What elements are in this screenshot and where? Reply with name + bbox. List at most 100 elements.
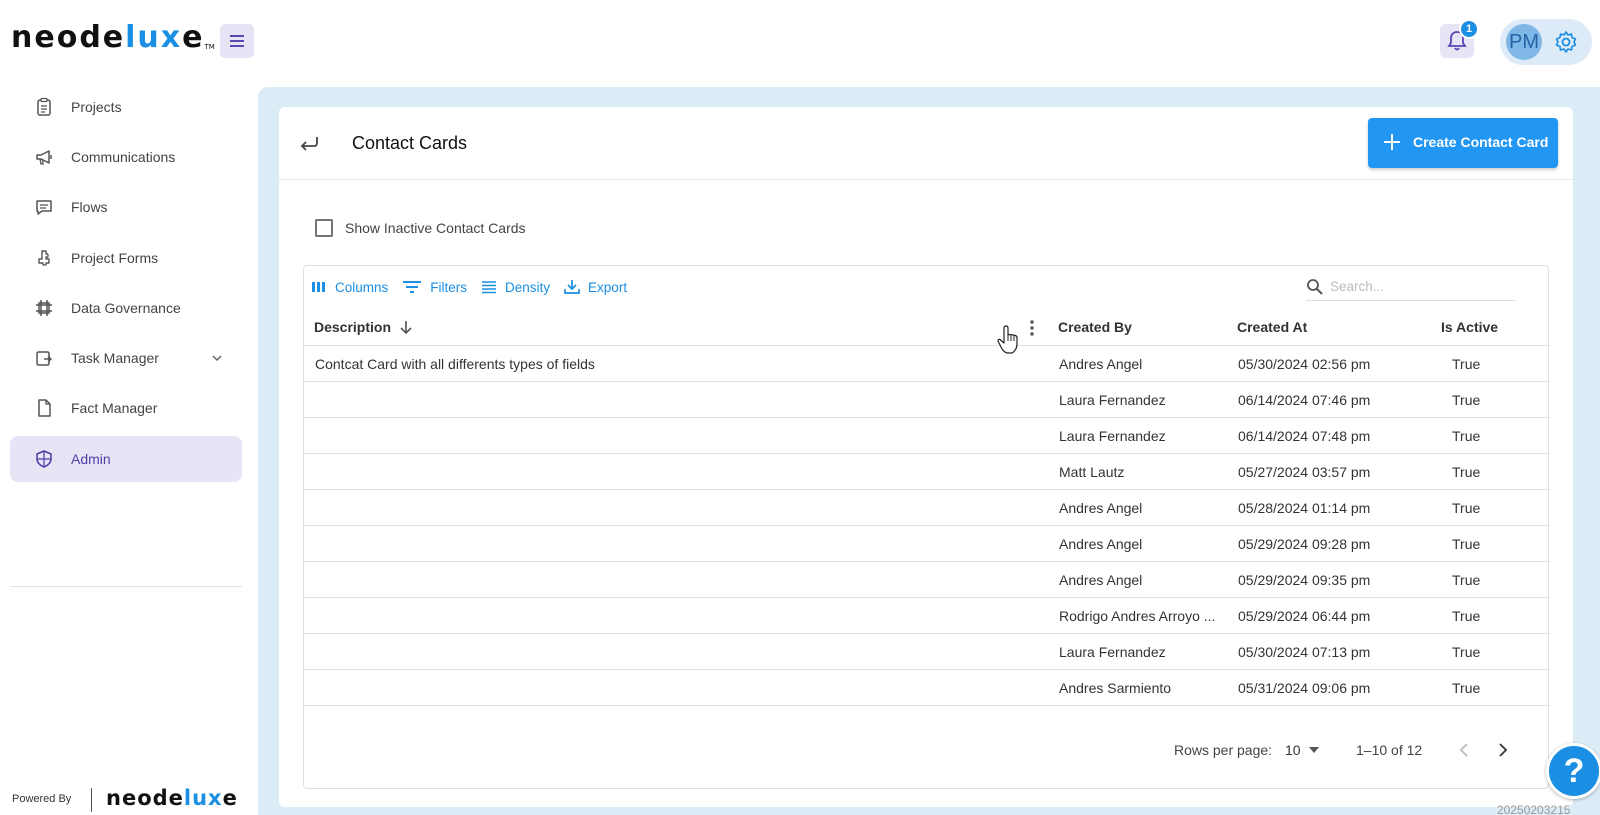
notification-badge: 1 — [1459, 19, 1479, 39]
column-menu-icon[interactable] — [1029, 319, 1035, 337]
clipboard-icon — [37, 97, 51, 116]
cell-created-by: Matt Lautz — [1059, 464, 1125, 480]
sidebar-item-admin[interactable]: Admin — [10, 436, 242, 482]
rows-per-page-label: Rows per page: — [1174, 742, 1273, 758]
sidebar-item-project-forms[interactable]: Project Forms — [10, 235, 242, 281]
sidebar-item-communications[interactable]: Communications — [10, 134, 242, 180]
rows-per-page-select[interactable]: 10 — [1285, 742, 1319, 758]
table-row[interactable]: Andres Angel 05/29/2024 09:35 pm True — [304, 562, 1550, 598]
table-row[interactable]: Laura Fernandez 05/30/2024 07:13 pm True — [304, 634, 1550, 670]
cell-is-active: True — [1452, 356, 1481, 372]
table-row[interactable]: Laura Fernandez 06/14/2024 07:48 pm True — [304, 418, 1550, 454]
powered-by-label: Powered By — [12, 793, 72, 805]
table-row[interactable]: Contcat Card with all differents types o… — [304, 346, 1550, 382]
column-header-row: Description Created By Created At Is Act… — [304, 310, 1550, 346]
sidebar-item-label: Flows — [71, 199, 108, 215]
density-button[interactable]: Density — [481, 280, 550, 295]
sidebar-item-label: Communications — [71, 149, 176, 165]
chevron-left-icon[interactable] — [1454, 739, 1476, 761]
export-button[interactable]: Export — [564, 279, 627, 295]
pagination-range: 1–10 of 12 — [1356, 742, 1423, 758]
sidebar-item-fact-manager[interactable]: Fact Manager — [10, 385, 242, 431]
filter-icon — [403, 281, 422, 293]
sidebar-item-label: Task Manager — [71, 350, 159, 366]
column-header-created-by[interactable]: Created By — [1058, 319, 1132, 335]
cell-description: Contcat Card with all differents types o… — [315, 356, 595, 372]
search-icon — [1307, 278, 1323, 295]
cell-created-by: Andres Angel — [1059, 572, 1143, 588]
column-header-description[interactable]: Description — [314, 319, 413, 335]
file-icon — [38, 399, 51, 417]
powered-by-divider — [91, 788, 92, 812]
puzzle-icon — [38, 250, 50, 266]
density-icon — [482, 281, 497, 294]
shield-icon — [36, 450, 52, 468]
column-header-created-at[interactable]: Created At — [1237, 319, 1307, 335]
cell-created-at: 05/30/2024 02:56 pm — [1238, 356, 1371, 372]
cell-is-active: True — [1452, 644, 1481, 660]
help-button[interactable]: ? — [1546, 743, 1600, 799]
cell-created-by: Andres Angel — [1059, 356, 1143, 372]
table-row[interactable]: Andres Angel 05/28/2024 01:14 pm True — [304, 490, 1550, 526]
cell-is-active: True — [1452, 572, 1481, 588]
cell-created-at: 05/29/2024 06:44 pm — [1238, 608, 1371, 624]
sidebar-item-data-governance[interactable]: Data Governance — [10, 285, 242, 331]
sidebar-item-label: Project Forms — [71, 250, 159, 266]
cell-created-by: Rodrigo Andres Arroyo ... — [1059, 608, 1216, 624]
build-id: 20250203215 — [1497, 803, 1571, 815]
user-menu[interactable]: PM — [1500, 19, 1592, 65]
cell-created-by: Laura Fernandez — [1059, 392, 1166, 408]
columns-icon — [312, 282, 325, 292]
cell-is-active: True — [1452, 500, 1481, 516]
search-input[interactable] — [1330, 279, 1500, 294]
grid-toolbar: Columns Filters Density Export — [311, 276, 641, 298]
show-inactive-checkbox[interactable] — [315, 219, 333, 237]
cell-created-by: Andres Sarmiento — [1059, 680, 1172, 696]
sidebar-item-label: Fact Manager — [71, 400, 158, 416]
columns-button[interactable]: Columns — [311, 280, 388, 295]
cell-is-active: True — [1452, 464, 1481, 480]
cell-created-at: 05/29/2024 09:28 pm — [1238, 536, 1371, 552]
table-row[interactable]: Rodrigo Andres Arroyo ... 05/29/2024 06:4… — [304, 598, 1550, 634]
cell-is-active: True — [1452, 680, 1481, 696]
sidebar-item-label: Data Governance — [71, 300, 181, 316]
grid-search[interactable] — [1306, 273, 1516, 301]
menu-toggle-button[interactable] — [220, 24, 254, 58]
cell-created-by: Laura Fernandez — [1059, 428, 1166, 444]
cell-created-by: Andres Angel — [1059, 500, 1143, 516]
app-header: neodeluxeTM 1 PM — [0, 0, 1600, 80]
cell-is-active: True — [1452, 608, 1481, 624]
cell-created-by: Laura Fernandez — [1059, 644, 1166, 660]
brand-logo[interactable]: neodeluxeTM — [11, 20, 215, 55]
table-row[interactable]: Andres Angel 05/29/2024 09:28 pm True — [304, 526, 1550, 562]
back-arrow-icon[interactable] — [297, 133, 321, 153]
sidebar-item-label: Projects — [71, 99, 122, 115]
filters-button[interactable]: Filters — [402, 280, 467, 295]
trademark: TM — [204, 43, 215, 51]
table-row[interactable]: Andres Sarmiento 05/31/2024 09:06 pm True — [304, 670, 1550, 706]
caret-down-icon — [1308, 747, 1319, 753]
sidebar-item-task-manager[interactable]: Task Manager — [10, 335, 242, 381]
sidebar: Projects Communications Flows Project Fo… — [0, 80, 256, 815]
sidebar-item-projects[interactable]: Projects — [10, 84, 242, 130]
sidebar-divider — [10, 586, 242, 587]
arrow-down-icon[interactable] — [399, 319, 413, 335]
panel-header: Contact Cards Create Contact Card — [279, 107, 1573, 180]
contact-cards-panel: Contact Cards Create Contact Card Show I… — [279, 107, 1573, 807]
create-contact-card-button[interactable]: Create Contact Card — [1368, 118, 1558, 168]
grid-icon — [36, 300, 52, 316]
table-row[interactable]: Laura Fernandez 06/14/2024 07:46 pm True — [304, 382, 1550, 418]
show-inactive-toggle[interactable]: Show Inactive Contact Cards — [315, 217, 526, 239]
task-icon — [36, 351, 52, 366]
chevron-down-icon[interactable] — [210, 351, 224, 365]
chevron-right-icon[interactable] — [1491, 739, 1513, 761]
message-square-icon — [36, 200, 52, 215]
gear-icon[interactable] — [1554, 30, 1578, 54]
table-row[interactable]: Matt Lautz 05/27/2024 03:57 pm True — [304, 454, 1550, 490]
sidebar-item-flows[interactable]: Flows — [10, 184, 242, 230]
column-header-is-active[interactable]: Is Active — [1441, 319, 1498, 335]
cell-created-at: 05/28/2024 01:14 pm — [1238, 500, 1371, 516]
plus-icon — [1384, 134, 1400, 150]
cell-created-at: 06/14/2024 07:46 pm — [1238, 392, 1371, 408]
avatar[interactable]: PM — [1506, 24, 1542, 60]
